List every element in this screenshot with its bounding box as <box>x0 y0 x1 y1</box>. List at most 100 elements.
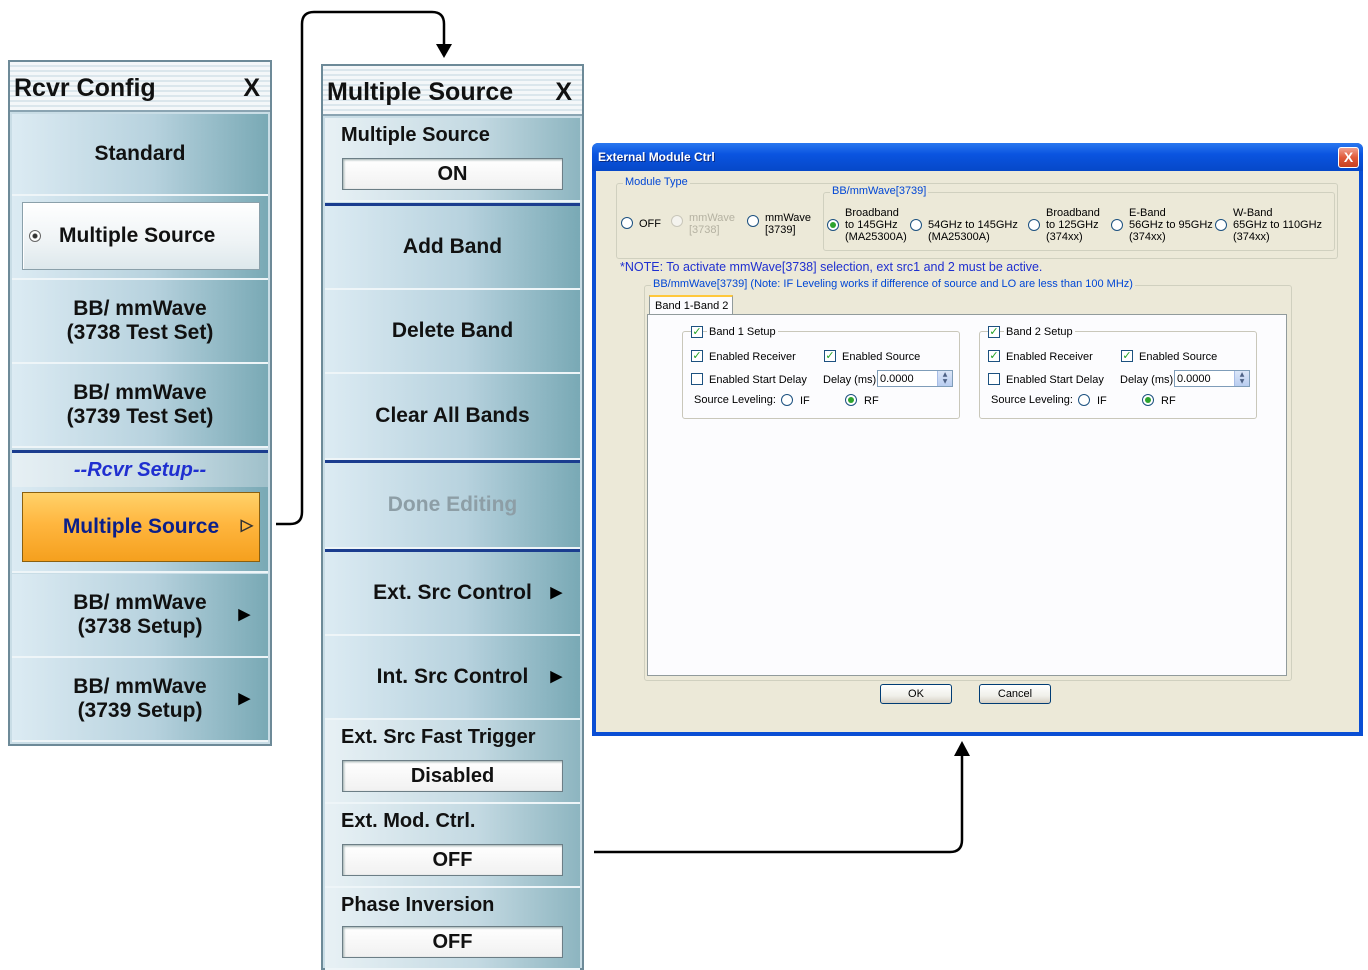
close-icon[interactable]: X <box>1338 147 1359 168</box>
tab-band1-band2[interactable]: Band 1-Band 2 <box>649 295 733 314</box>
close-icon[interactable]: X <box>243 74 260 103</box>
checkbox-label: Enabled Source <box>842 351 921 363</box>
int-src-control-button[interactable]: Int. Src Control ▶ <box>325 636 580 720</box>
band2-delay-spinbox[interactable]: 0.0000 ▲ ▼ <box>1174 370 1250 387</box>
close-icon[interactable]: X <box>555 78 572 107</box>
bb-mmwave-3738-setup-button[interactable]: BB/ mmWave (3738 Setup) ▶ <box>12 574 268 658</box>
radio-label: RF <box>1161 395 1176 407</box>
e-band-radio[interactable] <box>1111 219 1123 231</box>
button-label: Standard <box>94 142 186 165</box>
spin-arrows-icon[interactable]: ▲ ▼ <box>1234 371 1249 386</box>
delete-band-button[interactable]: Delete Band <box>325 290 580 374</box>
source-leveling-label: Source Leveling: <box>991 394 1073 406</box>
radio-label: IF <box>1097 395 1107 407</box>
menu-title: Rcvr Config <box>14 74 156 102</box>
multiple-source-setup-button[interactable]: Multiple Source ▷ <box>22 492 260 562</box>
band2-rf-radio[interactable] <box>1142 394 1154 406</box>
submenu-arrow-icon: ▶ <box>550 584 562 601</box>
cancel-button[interactable]: Cancel <box>979 684 1051 704</box>
broadband-125ghz-radio[interactable] <box>1028 219 1040 231</box>
rcvr-config-menu: Rcvr Config X Standard Multiple Source B… <box>8 60 272 746</box>
submenu-arrow-icon: ▶ <box>550 668 562 685</box>
group-title: BB/mmWave[3739] (Note: IF Leveling works… <box>651 278 1135 290</box>
band1-enabled-start-delay-checkbox[interactable] <box>691 373 703 385</box>
ok-button[interactable]: OK <box>880 684 952 704</box>
menu-title: Multiple Source <box>327 78 514 106</box>
spinbox-value: 0.0000 <box>880 373 914 385</box>
checkbox-label: Enabled Receiver <box>1006 351 1093 363</box>
button-label: Ext. Src Control <box>373 581 532 604</box>
field-value[interactable]: Disabled <box>342 760 563 792</box>
radio-label: E-Band 56GHz to 95GHz (374xx) <box>1129 207 1213 243</box>
arrowhead-icon <box>954 741 970 756</box>
multiple-source-field[interactable]: Multiple Source ON <box>325 118 580 202</box>
band2-enabled-receiver-checkbox[interactable]: ✓ <box>988 350 1000 362</box>
band1-if-radio[interactable] <box>781 394 793 406</box>
bb-mmwave-frame: BB/mmWave[3739] (Note: IF Leveling works… <box>644 278 1292 681</box>
mmwave-3738-radio[interactable] <box>671 215 683 227</box>
bb-mmwave-3739-group: BB/mmWave[3739] Broadband to 145GHz (MA2… <box>823 185 1335 251</box>
ext-src-control-button[interactable]: Ext. Src Control ▶ <box>325 552 580 636</box>
dialog-titlebar: External Module Ctrl X <box>592 143 1363 171</box>
bb-mmwave-3739-setup-button[interactable]: BB/ mmWave (3739 Setup) ▶ <box>12 658 268 742</box>
54-145ghz-radio[interactable] <box>910 219 922 231</box>
radio-label: mmWave [3738] <box>689 212 736 236</box>
band2-if-radio[interactable] <box>1078 394 1090 406</box>
field-value[interactable]: OFF <box>342 844 563 876</box>
radio-label: 54GHz to 145GHz (MA25300A) <box>928 219 1018 243</box>
group-title: Module Type <box>623 176 690 188</box>
radio-label: OFF <box>639 218 661 230</box>
band1-setup-checkbox[interactable]: ✓ <box>691 326 703 338</box>
checkbox-label: Enabled Start Delay <box>1006 374 1104 386</box>
delay-label: Delay (ms) : <box>823 374 883 386</box>
button-label: Int. Src Control <box>376 665 529 688</box>
bb-mmwave-3739-test-set-button[interactable]: BB/ mmWave (3739 Test Set) <box>12 364 268 448</box>
band2-enabled-start-delay-checkbox[interactable] <box>988 373 1000 385</box>
radio-label: W-Band 65GHz to 110GHz (374xx) <box>1233 207 1323 243</box>
band2-enabled-source-checkbox[interactable]: ✓ <box>1121 350 1133 362</box>
group-title: Band 2 Setup <box>1004 326 1075 338</box>
checkbox-label: Enabled Start Delay <box>709 374 807 386</box>
button-label: Multiple Source <box>62 515 220 538</box>
menu-titlebar: Rcvr Config X <box>10 62 270 112</box>
band2-setup-checkbox[interactable]: ✓ <box>988 326 1000 338</box>
clear-all-bands-button[interactable]: Clear All Bands <box>325 374 580 460</box>
field-label: Ext. Src Fast Trigger <box>341 726 536 748</box>
tab-label: Band 1-Band 2 <box>655 300 729 312</box>
button-label: BB/ mmWave (3739 Setup) <box>73 675 207 722</box>
field-value[interactable]: OFF <box>342 926 563 958</box>
multiple-source-radio-item[interactable]: Multiple Source <box>22 202 260 270</box>
standard-button[interactable]: Standard <box>12 114 268 196</box>
bb-mmwave-3738-test-set-button[interactable]: BB/ mmWave (3738 Test Set) <box>12 280 268 364</box>
field-value[interactable]: ON <box>342 158 563 190</box>
band1-enabled-receiver-checkbox[interactable]: ✓ <box>691 350 703 362</box>
source-leveling-label: Source Leveling: <box>694 394 776 406</box>
w-band-radio[interactable] <box>1215 219 1227 231</box>
ext-src-fast-trigger-field[interactable]: Ext. Src Fast Trigger Disabled <box>325 720 580 804</box>
dialog-body: Module Type OFF mmWave [3738] mmWave [37… <box>596 171 1359 732</box>
add-band-button[interactable]: Add Band <box>325 206 580 290</box>
group-title: Band 1 Setup <box>707 326 778 338</box>
ext-mod-ctrl-field[interactable]: Ext. Mod. Ctrl. OFF <box>325 804 580 888</box>
selected-radio-icon <box>29 230 41 242</box>
band1-enabled-source-checkbox[interactable]: ✓ <box>824 350 836 362</box>
broadband-145ghz-radio[interactable] <box>827 219 839 231</box>
spinbox-value: 0.0000 <box>1177 373 1211 385</box>
spin-arrows-icon[interactable]: ▲ ▼ <box>937 371 952 386</box>
radio-label: Broadband to 125GHz (374xx) <box>1046 207 1100 243</box>
menu-titlebar: Multiple Source X <box>323 66 582 116</box>
band1-rf-radio[interactable] <box>845 394 857 406</box>
module-off-radio[interactable] <box>621 217 633 229</box>
done-editing-button[interactable]: Done Editing <box>325 463 580 549</box>
activation-note: *NOTE: To activate mmWave[3738] selectio… <box>620 260 1043 274</box>
submenu-arrow-icon: ▶ <box>238 690 250 707</box>
mmwave-3739-radio[interactable] <box>747 215 759 227</box>
button-label: BB/ mmWave (3738 Setup) <box>73 591 207 638</box>
button-label: BB/ mmWave (3739 Test Set) <box>66 381 214 428</box>
band1-delay-spinbox[interactable]: 0.0000 ▲ ▼ <box>877 370 953 387</box>
radio-label: Broadband to 145GHz (MA25300A) <box>845 207 907 243</box>
radio-label: mmWave [3739] <box>765 212 812 236</box>
field-label: Ext. Mod. Ctrl. <box>341 810 476 832</box>
field-label: Multiple Source <box>341 124 490 146</box>
phase-inversion-field[interactable]: Phase Inversion OFF <box>325 888 580 970</box>
